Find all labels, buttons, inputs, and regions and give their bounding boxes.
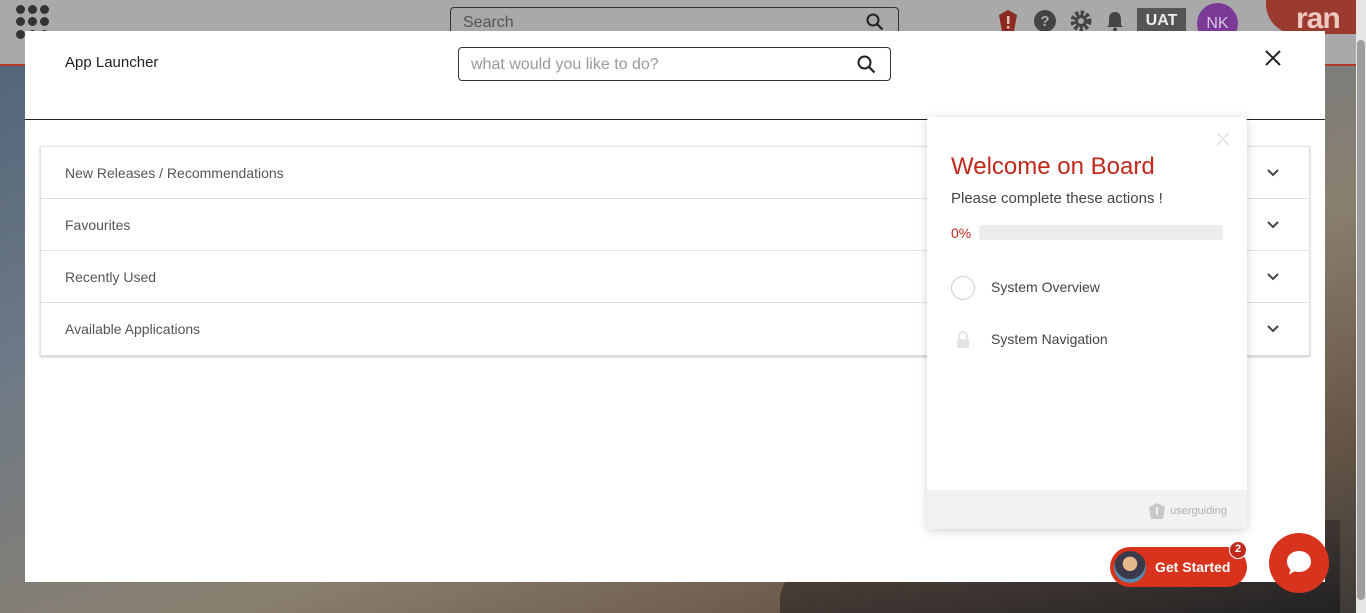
chevron-down-icon [1267,221,1279,229]
chat-bubble-icon [1287,551,1311,575]
checklist-item-label: System Overview [991,279,1100,295]
lock-icon [957,331,969,348]
checklist-item-label: System Navigation [991,331,1108,347]
chevron-down-icon [1267,325,1279,333]
section-label: New Releases / Recommendations [65,165,284,181]
onboarding-title: Welcome on Board [951,153,1155,180]
search-icon[interactable] [857,55,876,74]
close-icon [1265,50,1281,66]
onboarding-subtitle: Please complete these actions ! [951,190,1163,207]
assistant-avatar [1114,551,1146,583]
onboarding-checklist-panel: Welcome on Board Please complete these a… [927,117,1247,529]
chevron-down-icon [1267,273,1279,281]
userguiding-brand-text: userguiding [1170,505,1227,517]
get-started-button[interactable]: Get Started 2 [1110,541,1247,587]
chevron-down-icon [1267,169,1279,177]
progress-percent: 0% [951,225,972,241]
page-scrollbar-thumb[interactable] [1357,40,1365,600]
userguiding-logo-icon [1149,503,1166,519]
section-label: Recently Used [65,269,157,285]
brand-logo: ran [1266,0,1356,34]
checklist-item-system-navigation[interactable]: System Navigation [951,327,1231,353]
notification-badge: 2 [1229,541,1247,559]
section-label: Favourites [65,217,131,233]
unchecked-circle-icon [951,276,975,300]
svg-text:?: ? [1040,13,1049,30]
global-search-placeholder: Search [463,14,514,31]
progress-bar [979,225,1223,240]
section-label: Available Applications [65,321,201,337]
close-button[interactable] [1263,48,1283,68]
modal-title: App Launcher [65,54,159,71]
app-search-box[interactable] [458,47,891,81]
userguiding-logo: userguiding [1148,502,1227,520]
modal-header: App Launcher [25,31,1325,120]
page-scrollbar[interactable] [1356,0,1366,613]
checklist-item-system-overview[interactable]: System Overview [951,275,1231,301]
onboarding-footer: userguiding [927,490,1247,529]
get-started-label: Get Started [1155,559,1231,575]
search-icon [866,13,884,31]
app-search-input[interactable] [471,54,841,76]
chat-button[interactable] [1269,533,1329,593]
brand-logo-text: ran [1296,2,1341,34]
close-icon[interactable] [1216,132,1230,146]
